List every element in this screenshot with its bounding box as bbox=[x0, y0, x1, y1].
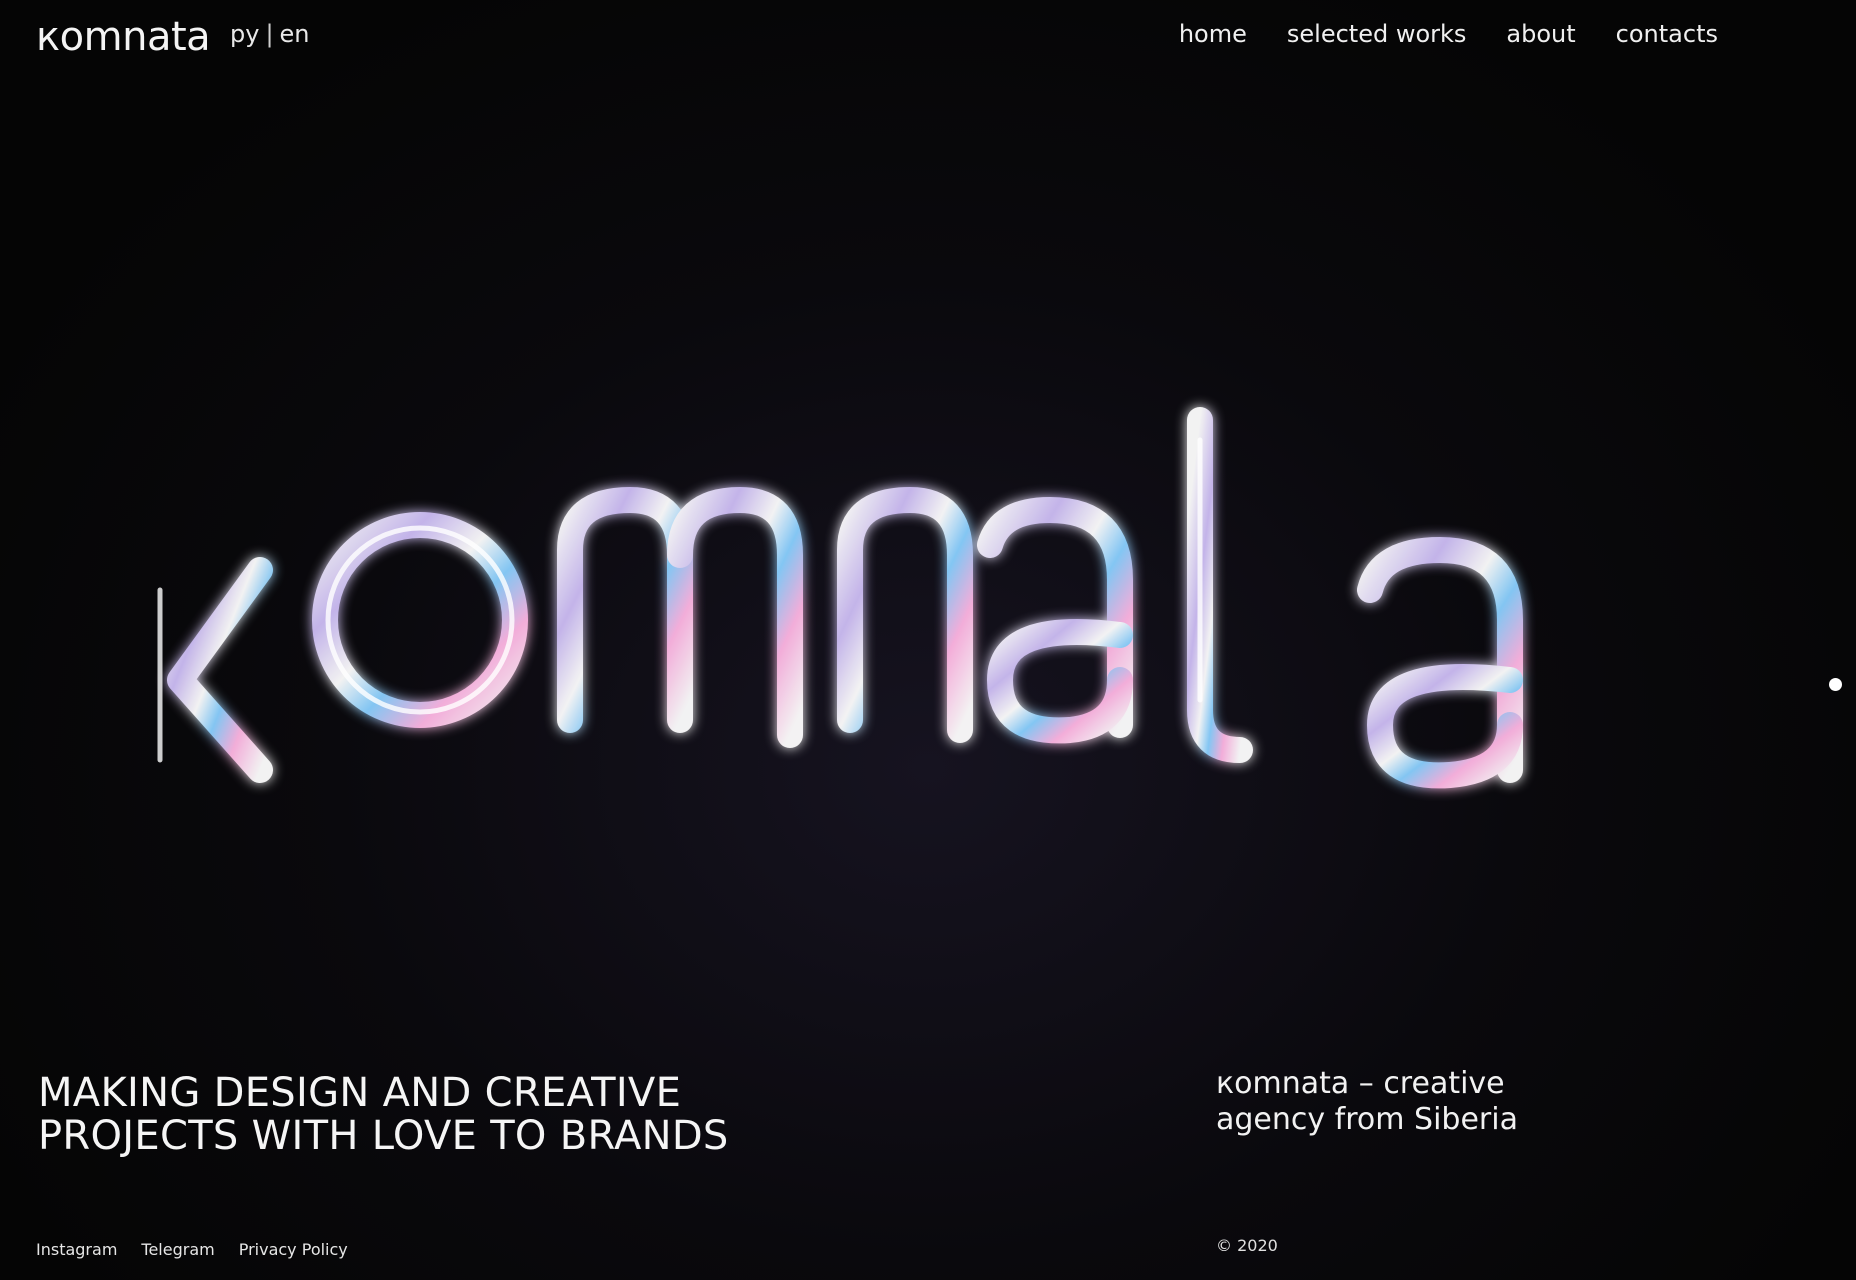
language-switcher: ру | en bbox=[230, 20, 310, 48]
nav-contacts[interactable]: contacts bbox=[1616, 20, 1718, 48]
telegram-link[interactable]: Telegram bbox=[141, 1240, 214, 1259]
lang-ru-link[interactable]: ру bbox=[230, 20, 259, 48]
site-logo[interactable]: кomnata bbox=[36, 14, 211, 60]
agency-description-line-1: кomnata – creative bbox=[1216, 1066, 1505, 1101]
hero-wordmark bbox=[120, 380, 1840, 840]
nav-about[interactable]: about bbox=[1506, 20, 1575, 48]
main-nav: home selected works about contacts bbox=[1179, 20, 1718, 48]
lang-separator: | bbox=[265, 20, 274, 48]
chrome-wordmark-graphic bbox=[147, 407, 1523, 789]
lang-en-link[interactable]: en bbox=[280, 20, 310, 48]
hero-tagline: MAKING DESIGN AND CREATIVE PROJECTS WITH… bbox=[38, 1072, 729, 1158]
tagline-line-1: MAKING DESIGN AND CREATIVE bbox=[38, 1070, 682, 1116]
tagline-line-2: PROJECTS WITH LOVE TO BRANDS bbox=[38, 1113, 729, 1159]
instagram-link[interactable]: Instagram bbox=[36, 1240, 117, 1259]
agency-description-line-2: agency from Siberia bbox=[1216, 1102, 1518, 1137]
nav-home[interactable]: home bbox=[1179, 20, 1247, 48]
slide-indicator-dot[interactable] bbox=[1829, 678, 1842, 691]
footer-links: Instagram Telegram Privacy Policy bbox=[36, 1240, 348, 1259]
agency-description: кomnata – creative agency from Siberia bbox=[1216, 1066, 1518, 1138]
nav-selected-works[interactable]: selected works bbox=[1287, 20, 1467, 48]
copyright: © 2020 bbox=[1216, 1236, 1278, 1255]
privacy-policy-link[interactable]: Privacy Policy bbox=[239, 1240, 348, 1259]
